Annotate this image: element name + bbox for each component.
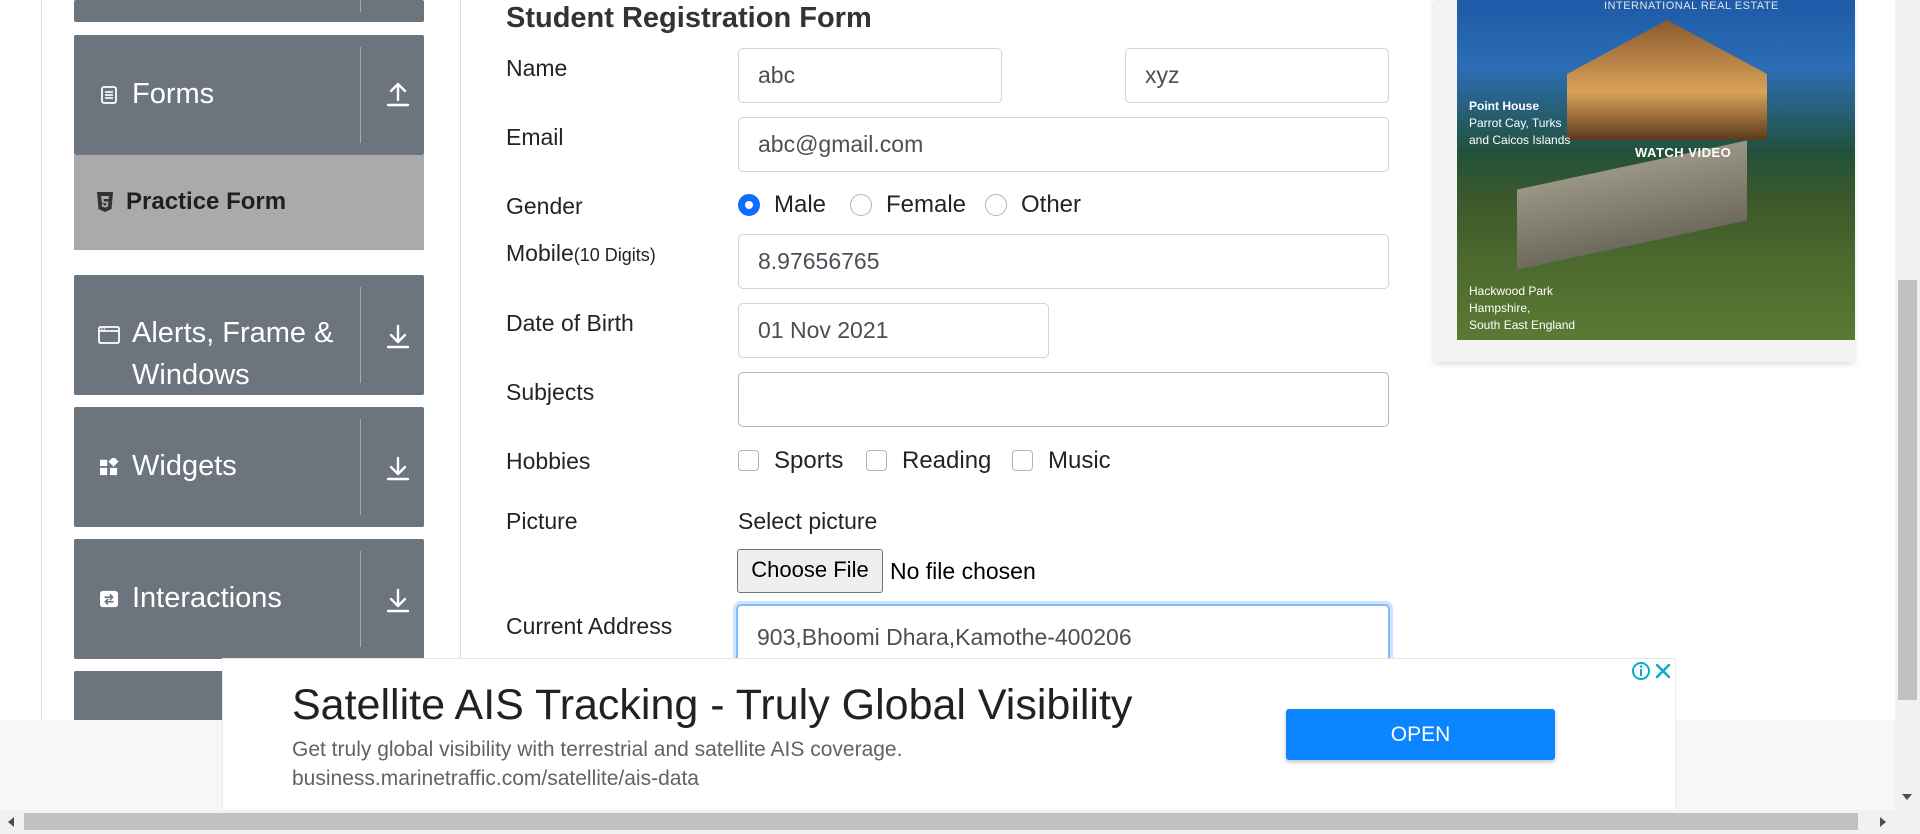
mobile-label: Mobile(10 Digits) (506, 240, 656, 267)
last-name-input[interactable]: xyz (1125, 48, 1389, 103)
sidebar-group-alerts-label: Alerts, Frame & (132, 317, 334, 349)
group-divider (360, 287, 361, 383)
ad-property1-line2: and Caicos Islands (1469, 133, 1571, 147)
ad-property1: Point House Parrot Cay, Turks and Caicos… (1469, 98, 1570, 149)
main-border (460, 0, 461, 660)
email-input[interactable]: abc@gmail.com (738, 117, 1389, 172)
name-label: Name (506, 55, 568, 81)
sidebar-border (41, 0, 42, 720)
sidebar-group-widgets[interactable]: Widgets (74, 407, 424, 527)
sidebar-group-alerts[interactable]: Alerts, Frame & Windows (74, 275, 424, 395)
email-label: Email (506, 124, 564, 150)
vertical-scrollbar-thumb[interactable] (1898, 280, 1917, 700)
sidebar-group-interactions[interactable]: Interactions (74, 539, 424, 659)
group-divider (360, 0, 361, 12)
group-divider (360, 551, 361, 647)
html5-icon (97, 192, 113, 212)
ad-property1-line1: Parrot Cay, Turks (1469, 116, 1562, 130)
first-name-input[interactable]: abc (738, 48, 1002, 103)
dob-input[interactable]: 01 Nov 2021 (738, 303, 1049, 358)
adchoices-icon[interactable] (1631, 661, 1651, 681)
ad-property2-line3: South East England (1469, 318, 1576, 332)
banner-ad-url[interactable]: business.marinetraffic.com/satellite/ais… (292, 767, 699, 791)
form-icon (101, 86, 117, 104)
subjects-input[interactable] (738, 372, 1389, 427)
window-icon (98, 326, 120, 344)
address-label: Current Address (506, 613, 673, 639)
sidebar-group-forms[interactable]: Forms (74, 35, 424, 155)
radio-dot[interactable] (850, 194, 872, 216)
gender-label: Gender (506, 193, 583, 219)
ad-property1-title: Point House (1469, 99, 1540, 113)
upload-arrow-icon[interactable] (387, 81, 409, 107)
interactions-icon (100, 590, 118, 608)
picture-label: Picture (506, 508, 578, 534)
mobile-input[interactable]: 8.97656765 (738, 234, 1389, 289)
ad-house-illustration (1567, 20, 1767, 140)
sidebar-group-elements-tail[interactable] (74, 0, 424, 22)
banner-ad-title[interactable]: Satellite AIS Tracking - Truly Global Vi… (292, 681, 1132, 730)
sidebar-item-practice-form[interactable]: Practice Form (74, 155, 424, 250)
sidebar-group-alerts-label-line2: Windows (132, 359, 250, 391)
checkbox-box[interactable] (738, 450, 759, 471)
radio-dot[interactable] (985, 194, 1007, 216)
ad-brand-text: INTERNATIONAL REAL ESTATE (1604, 0, 1779, 12)
scroll-down-arrow-icon[interactable] (1901, 792, 1913, 802)
hobby-sports-label[interactable]: Sports (774, 447, 843, 475)
choose-file-button[interactable]: Choose File (737, 549, 883, 593)
download-arrow-icon[interactable] (387, 455, 409, 481)
gender-radio-male-label[interactable]: Male (774, 191, 826, 219)
gender-radio-other-label[interactable]: Other (1021, 191, 1081, 219)
form-title: Student Registration Form (506, 2, 872, 34)
ad-property2: Hackwood Park Hampshire, South East Engl… (1469, 283, 1575, 334)
banner-open-button[interactable]: OPEN (1286, 709, 1555, 760)
gender-radio-female-label[interactable]: Female (886, 191, 966, 219)
widgets-icon (100, 458, 119, 476)
hobbies-label: Hobbies (506, 448, 591, 474)
scroll-left-arrow-icon[interactable] (6, 816, 16, 828)
checkbox-box[interactable] (1012, 450, 1033, 471)
mobile-hint: (10 Digits) (573, 245, 656, 265)
group-divider (360, 47, 361, 143)
banner-ad[interactable]: Satellite AIS Tracking - Truly Global Vi… (222, 658, 1676, 811)
download-arrow-icon[interactable] (387, 323, 409, 349)
sidebar-group-interactions-label: Interactions (132, 582, 282, 614)
horizontal-scrollbar-thumb[interactable] (24, 813, 1858, 830)
sidebar-group-forms-label: Forms (132, 78, 215, 110)
checkbox-box[interactable] (866, 450, 887, 471)
mobile-label-text: Mobile (506, 240, 574, 266)
subjects-label: Subjects (506, 379, 595, 405)
hobby-music-label[interactable]: Music (1048, 447, 1111, 475)
ad-property2-line2: Hampshire, (1469, 301, 1531, 315)
no-file-text: No file chosen (890, 558, 1036, 584)
hobby-reading-label[interactable]: Reading (902, 447, 991, 475)
select-picture-label: Select picture (738, 508, 878, 534)
ad-property2-line1: Hackwood Park (1469, 284, 1554, 298)
sidebar-item-practice-form-label: Practice Form (126, 188, 287, 215)
banner-ad-description: Get truly global visibility with terrest… (292, 738, 903, 761)
ad-watch-video[interactable]: WATCH VIDEO (1635, 145, 1731, 160)
sidebar-group-widgets-label: Widgets (132, 450, 237, 482)
close-icon[interactable] (1653, 661, 1673, 681)
radio-dot[interactable] (738, 194, 760, 216)
group-divider (360, 419, 361, 515)
side-ad-image[interactable]: INTERNATIONAL REAL ESTATE Point House Pa… (1457, 0, 1855, 340)
download-arrow-icon[interactable] (387, 587, 409, 613)
dob-label: Date of Birth (506, 310, 634, 336)
scroll-right-arrow-icon[interactable] (1878, 816, 1888, 828)
